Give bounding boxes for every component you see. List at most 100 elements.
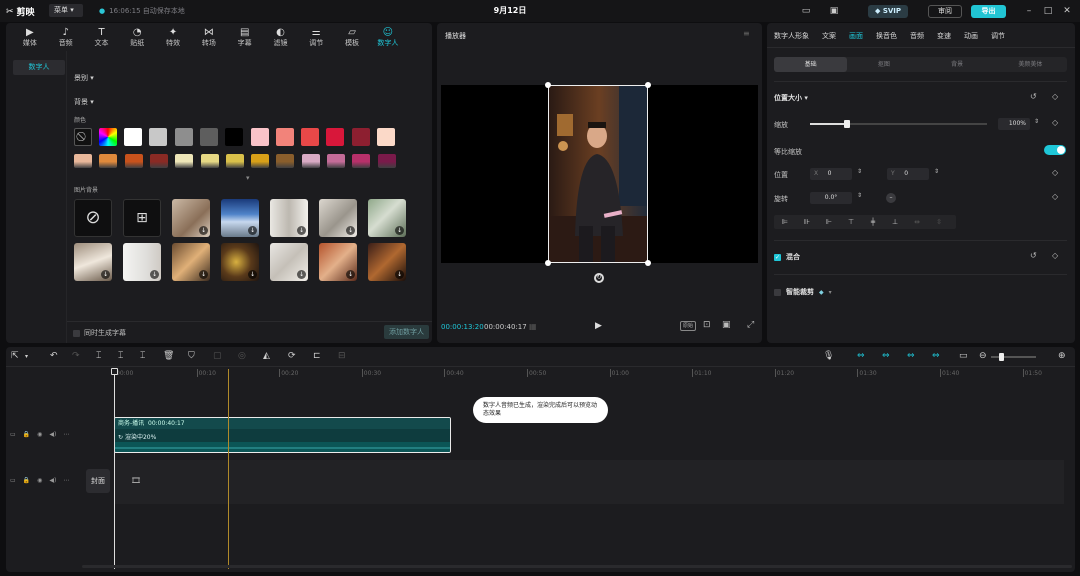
download-icon[interactable]: ↓ <box>101 270 110 279</box>
color-swatch[interactable] <box>74 154 92 168</box>
minimize-icon[interactable]: – <box>1023 5 1035 17</box>
subtitle-checkbox-row[interactable]: 同时生成字幕 <box>73 328 126 338</box>
download-icon[interactable]: ↓ <box>199 226 208 235</box>
download-icon[interactable]: ↓ <box>199 270 208 279</box>
resize-handle[interactable] <box>645 82 651 88</box>
download-icon[interactable]: ↓ <box>395 226 404 235</box>
bg-thumb[interactable]: ↓ <box>172 243 210 281</box>
menu-button[interactable]: 菜单 ▾ <box>49 4 83 17</box>
resize-handle[interactable] <box>545 82 551 88</box>
reverse-icon[interactable]: ◎ <box>238 351 246 361</box>
fullscreen-icon[interactable]: ⤢ <box>747 320 754 330</box>
bg-thumb[interactable]: ↓ <box>319 243 357 281</box>
bg-thumb[interactable]: ↓ <box>123 243 161 281</box>
bg-thumb[interactable]: ↓ <box>319 199 357 237</box>
color-swatch[interactable] <box>124 154 143 168</box>
align-top-icon[interactable]: ⊤ <box>840 215 862 229</box>
zoom-slider-knob[interactable] <box>999 353 1004 361</box>
tab-filter[interactable]: ◐ 滤镜 <box>263 25 299 48</box>
stepper-icon[interactable]: ⇕ <box>1034 118 1039 125</box>
quality-icon[interactable]: ▣ <box>722 320 731 330</box>
main-track[interactable] <box>114 460 1064 504</box>
color-swatch[interactable] <box>351 128 370 146</box>
more-icon[interactable]: ⋯ <box>63 477 69 484</box>
props-subtab[interactable]: 抠图 <box>847 57 920 72</box>
upload-bg-icon[interactable]: ⊞ <box>123 199 161 237</box>
props-subtab[interactable]: 美颜美体 <box>994 57 1067 72</box>
download-icon[interactable]: ↓ <box>248 270 257 279</box>
download-icon[interactable]: ↓ <box>346 226 355 235</box>
reset-icon[interactable]: ↺ <box>1030 92 1037 101</box>
layout-icon[interactable]: ▭ <box>800 5 812 17</box>
timeline-grid-icon[interactable]: ▦ <box>529 322 537 331</box>
svip-button[interactable]: ◆ SVIP <box>868 5 908 18</box>
subtitle-checkbox[interactable] <box>73 329 80 337</box>
bg-thumb[interactable]: ↓ <box>74 243 112 281</box>
bg-thumb[interactable]: ↓ <box>221 243 259 281</box>
reset-icon[interactable]: ↺ <box>1030 251 1037 260</box>
props-tab[interactable]: 调节 <box>991 31 1005 41</box>
rotate-dial-icon[interactable]: – <box>886 193 896 203</box>
tab-audio[interactable]: ♪ 音频 <box>48 25 84 48</box>
color-swatch[interactable] <box>352 154 371 168</box>
align-bottom-icon[interactable]: ⊥ <box>884 215 906 229</box>
cover-button[interactable]: 封面 <box>86 469 110 493</box>
props-tab[interactable]: 文案 <box>822 31 836 41</box>
props-tab[interactable]: 换音色 <box>876 31 897 41</box>
rotate-handle-icon[interactable]: ↻ <box>594 273 604 283</box>
tab-media[interactable]: ▶ 媒体 <box>12 25 48 48</box>
blend-checkbox[interactable]: ✓ <box>774 253 781 261</box>
bg-thumb[interactable]: ↓ <box>221 199 259 237</box>
props-tab[interactable]: 音频 <box>910 31 924 41</box>
color-swatch[interactable] <box>124 128 142 146</box>
distribute-h-icon[interactable]: ⇹ <box>906 215 928 229</box>
lock-icon[interactable]: 🔒 <box>23 431 30 438</box>
stepper-icon[interactable]: ⇕ <box>857 192 862 199</box>
stepper-icon[interactable]: ⇕ <box>857 168 862 175</box>
align-right-icon[interactable]: ⊩ <box>818 215 840 229</box>
no-color-swatch[interactable]: ⃠ <box>74 128 92 146</box>
split-left-icon[interactable]: ⌶ <box>118 351 123 361</box>
tab-digital-human[interactable]: ☺ 数字人 <box>370 25 406 48</box>
playhead-handle[interactable] <box>111 368 118 375</box>
download-icon[interactable]: ↓ <box>150 270 159 279</box>
horizontal-scrollbar[interactable] <box>82 565 1072 568</box>
bg-thumb[interactable]: ↓ <box>270 199 308 237</box>
delete-icon[interactable]: 🗑 <box>163 351 174 361</box>
undo-icon[interactable]: ↶ <box>50 351 58 361</box>
video-frame[interactable] <box>548 85 648 263</box>
eye-icon[interactable]: ◉ <box>37 431 42 438</box>
tab-adjust[interactable]: ⚌ 调节 <box>298 25 334 48</box>
color-swatch[interactable] <box>199 128 218 146</box>
ratio-button[interactable]: 原始 <box>680 321 697 331</box>
color-swatch[interactable] <box>377 154 396 168</box>
color-swatch[interactable] <box>149 154 168 168</box>
props-subtab[interactable]: 背景 <box>921 57 994 72</box>
bg-thumb[interactable]: ↓ <box>172 199 210 237</box>
props-subtab[interactable]: 基础 <box>774 57 848 72</box>
color-swatch[interactable] <box>225 128 244 146</box>
stepper-icon[interactable]: ⇕ <box>934 168 939 175</box>
download-icon[interactable]: ↓ <box>297 270 306 279</box>
props-tab[interactable]: 画面 <box>849 31 863 41</box>
keyframe-icon[interactable]: ◇ <box>1052 192 1058 201</box>
color-swatch[interactable] <box>251 154 270 168</box>
no-image-bg[interactable]: ⊘ <box>74 199 112 237</box>
keyframe-icon[interactable]: ◇ <box>1052 168 1058 177</box>
main-track-magnet-icon[interactable]: ⇔ <box>857 351 865 361</box>
background-section[interactable]: 背景 ▾ <box>74 97 94 107</box>
color-swatch[interactable] <box>327 154 345 168</box>
color-swatch[interactable] <box>377 128 395 146</box>
crop-icon[interactable]: ⊏ <box>313 351 321 361</box>
color-swatch[interactable] <box>301 128 320 146</box>
volume-icon[interactable]: ◀) <box>49 431 56 438</box>
align-left-icon[interactable]: ⊫ <box>774 215 796 229</box>
props-tab[interactable]: 变速 <box>937 31 951 41</box>
scale-slider-knob[interactable] <box>844 120 851 128</box>
playhead[interactable] <box>114 369 115 569</box>
color-swatch[interactable] <box>326 128 345 146</box>
position-y-input[interactable]: Y 0 <box>887 168 929 180</box>
color-swatch[interactable] <box>275 128 294 146</box>
props-tab[interactable]: 动画 <box>964 31 978 41</box>
close-icon[interactable]: ✕ <box>1061 5 1073 17</box>
